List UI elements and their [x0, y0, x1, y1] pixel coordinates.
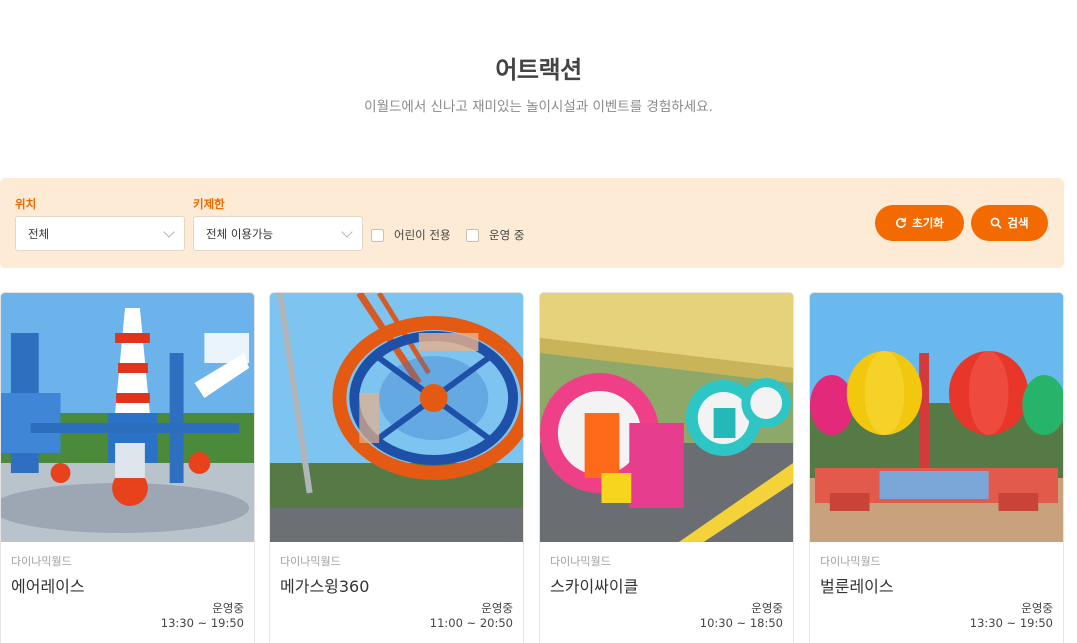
attraction-card[interactable]: 다이나믹월드 에어레이스 운영중 13:30 ~ 19:50 [0, 292, 255, 643]
reset-button-label: 초기화 [912, 216, 944, 230]
checkbox-icon[interactable] [371, 228, 384, 242]
location-select[interactable]: 전체 [15, 216, 185, 251]
attraction-card[interactable]: 다이나믹월드 메가스윙360 운영중 11:00 ~ 20:50 [269, 292, 524, 643]
card-title: 메가스윙360 [280, 577, 370, 596]
card-hours: 13:30 ~ 19:50 [969, 616, 1053, 630]
search-button[interactable]: 검색 [971, 205, 1048, 241]
attraction-card[interactable]: 다이나믹월드 스카이싸이클 운영중 10:30 ~ 18:50 [539, 292, 794, 643]
sky-cycle-image[interactable] [540, 293, 793, 542]
card-hours: 11:00 ~ 20:50 [429, 616, 513, 630]
card-title: 에어레이스 [11, 577, 85, 596]
height-label: 키제한 [193, 197, 225, 211]
card-status: 운영중 [212, 601, 244, 615]
chevron-down-icon [163, 226, 175, 238]
page-title: 어트랙션 [495, 56, 582, 84]
card-status: 운영중 [751, 601, 783, 615]
card-category: 다이나믹월드 [820, 555, 881, 568]
balloon-race-image[interactable] [810, 293, 1063, 542]
card-category: 다이나믹월드 [280, 555, 341, 568]
air-race-image[interactable] [1, 293, 254, 542]
card-category: 다이나믹월드 [550, 555, 611, 568]
search-icon [991, 217, 1002, 229]
mega-swing-image[interactable] [270, 293, 523, 542]
card-hours: 10:30 ~ 18:50 [699, 616, 783, 630]
card-hours: 13:30 ~ 19:50 [160, 616, 244, 630]
kids-only-label: 어린이 전용 [394, 228, 451, 242]
page-subtitle: 이월드에서 신나고 재미있는 놀이시설과 이벤트를 경험하세요. [364, 99, 713, 115]
chevron-down-icon [341, 226, 353, 238]
operating-label: 운영 중 [489, 228, 525, 242]
page-header: 어트랙션 이월드에서 신나고 재미있는 놀이시설과 이벤트를 경험하세요. [0, 50, 1077, 115]
filter-bar: 위치 전체 키제한 전체 이용가능 어린이 전용 운영 중 초기화 검색 [0, 178, 1064, 268]
card-status: 운영중 [481, 601, 513, 615]
search-button-label: 검색 [1007, 216, 1029, 230]
attraction-card[interactable]: 다이나믹월드 벌룬레이스 운영중 13:30 ~ 19:50 [809, 292, 1064, 643]
location-label: 위치 [15, 197, 37, 211]
kids-only-checkbox[interactable]: 어린이 전용 [371, 227, 451, 243]
location-select-value: 전체 [28, 226, 50, 241]
checkbox-icon[interactable] [466, 228, 479, 242]
card-title: 벌룬레이스 [820, 577, 894, 596]
height-select[interactable]: 전체 이용가능 [193, 216, 363, 251]
card-category: 다이나믹월드 [11, 555, 72, 568]
operating-checkbox[interactable]: 운영 중 [466, 227, 524, 243]
height-select-value: 전체 이용가능 [206, 226, 274, 241]
reset-button[interactable]: 초기화 [875, 205, 964, 241]
refresh-icon [896, 217, 907, 228]
card-status: 운영중 [1021, 601, 1053, 615]
card-title: 스카이싸이클 [550, 577, 639, 596]
